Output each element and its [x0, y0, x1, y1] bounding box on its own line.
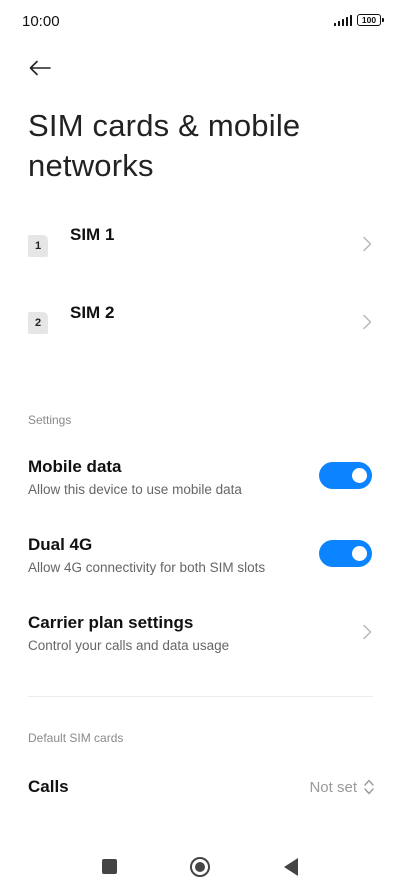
toggle-knob: [352, 468, 367, 483]
nav-back-button[interactable]: [284, 858, 298, 876]
sim-card-icon: 1: [28, 235, 48, 257]
chevron-right-icon: [363, 624, 372, 640]
recents-button[interactable]: [102, 859, 117, 874]
settings-section-label: Settings: [28, 413, 72, 427]
sim-2-item[interactable]: 2 SIM 2: [0, 290, 401, 350]
battery-level: 100: [361, 15, 377, 25]
mobile-data-subtitle: Allow this device to use mobile data: [28, 482, 242, 497]
mobile-data-title: Mobile data: [28, 457, 122, 476]
carrier-plan-title: Carrier plan settings: [28, 613, 194, 632]
navigation-bar: [0, 842, 401, 892]
status-icons: 100: [333, 14, 384, 26]
sim-1-item[interactable]: 1 SIM 1: [0, 212, 401, 272]
section-divider: [28, 696, 373, 697]
signal-icon: [333, 14, 352, 26]
sim-1-label: SIM 1: [70, 225, 115, 244]
chevron-right-icon: [363, 236, 372, 252]
chevron-up-down-icon: [364, 779, 374, 795]
arrow-left-icon: [29, 60, 51, 76]
sim-2-label: SIM 2: [70, 303, 115, 322]
dual-4g-title: Dual 4G: [28, 535, 93, 554]
toggle-knob: [352, 546, 367, 561]
mobile-data-toggle[interactable]: [319, 462, 372, 489]
calls-title: Calls: [28, 777, 69, 796]
dual-4g-toggle[interactable]: [319, 540, 372, 567]
dual-4g-subtitle: Allow 4G connectivity for both SIM slots: [28, 560, 266, 575]
home-button[interactable]: [190, 857, 210, 877]
status-time: 10:00: [22, 13, 60, 30]
calls-value[interactable]: Not set: [309, 778, 375, 796]
default-sim-section-label: Default SIM cards: [28, 731, 124, 745]
calls-value-text: Not set: [309, 778, 357, 796]
chevron-right-icon: [363, 314, 372, 330]
status-bar: 10:00 100: [0, 0, 401, 44]
battery-icon: 100: [357, 14, 384, 26]
carrier-plan-subtitle: Control your calls and data usage: [28, 638, 230, 653]
sim-card-icon: 2: [28, 312, 48, 334]
page-title: SIM cards & mobile networks: [28, 108, 301, 183]
back-button[interactable]: [24, 52, 56, 84]
